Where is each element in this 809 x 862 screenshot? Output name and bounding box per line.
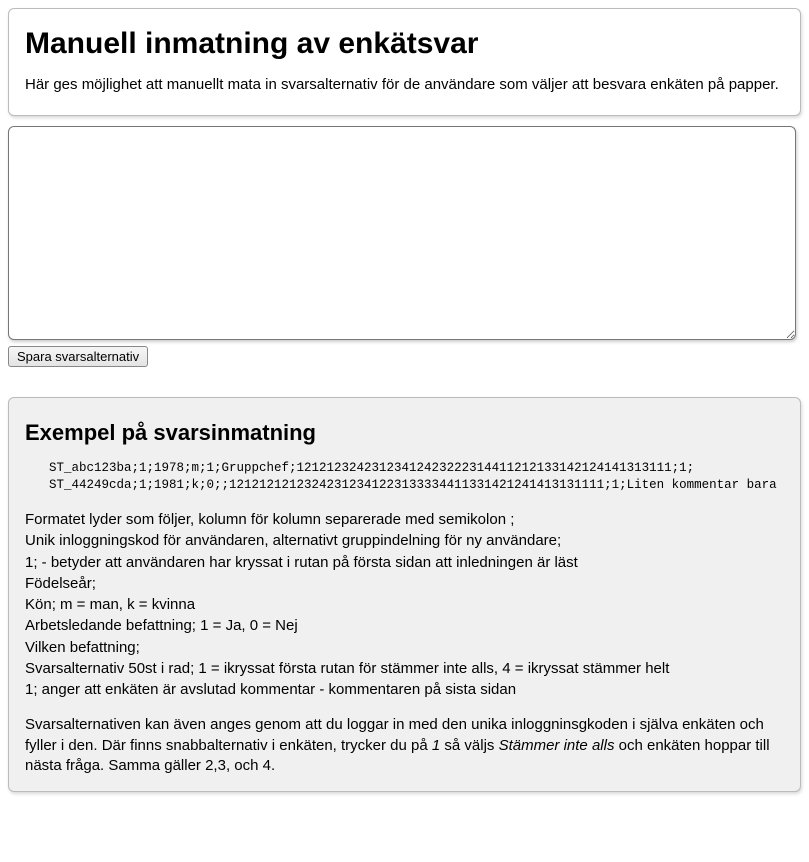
format-line: Arbetsledande befattning; 1 = Ja, 0 = Ne…	[25, 616, 784, 636]
header-panel: Manuell inmatning av enkätsvar Här ges m…	[8, 8, 801, 116]
example-panel: Exempel på svarsinmatning ST_abc123ba;1;…	[8, 397, 801, 792]
footer-note: Svarsalternativen kan även anges genom a…	[25, 715, 784, 776]
format-line: 1; anger att enkäten är avslutad komment…	[25, 680, 784, 700]
format-line: 1; - betyder att användaren har kryssat …	[25, 553, 784, 573]
format-line: Kön; m = man, k = kvinna	[25, 595, 784, 615]
page-description: Här ges möjlighet att manuellt mata in s…	[25, 75, 784, 95]
code-line: ST_abc123ba;1;1978;m;1;Gruppchef;1212123…	[49, 461, 694, 475]
format-line: Svarsalternativ 50st i rad; 1 = ikryssat…	[25, 659, 784, 679]
format-intro: Formatet lyder som följer, kolumn för ko…	[25, 510, 784, 530]
format-line: Födelseår;	[25, 574, 784, 594]
answers-textarea[interactable]	[8, 126, 796, 340]
example-code-block: ST_abc123ba;1;1978;m;1;Gruppchef;1212123…	[49, 460, 784, 494]
code-line: ST_44249cda;1;1981;k;0;;1212121212324231…	[49, 478, 777, 492]
page-title: Manuell inmatning av enkätsvar	[25, 27, 784, 61]
save-button[interactable]: Spara svarsalternativ	[8, 346, 148, 367]
format-line: Vilken befattning;	[25, 638, 784, 658]
example-title: Exempel på svarsinmatning	[25, 420, 784, 446]
format-line: Unik inloggningskod för användaren, alte…	[25, 531, 784, 551]
format-description: Formatet lyder som följer, kolumn för ko…	[25, 510, 784, 776]
